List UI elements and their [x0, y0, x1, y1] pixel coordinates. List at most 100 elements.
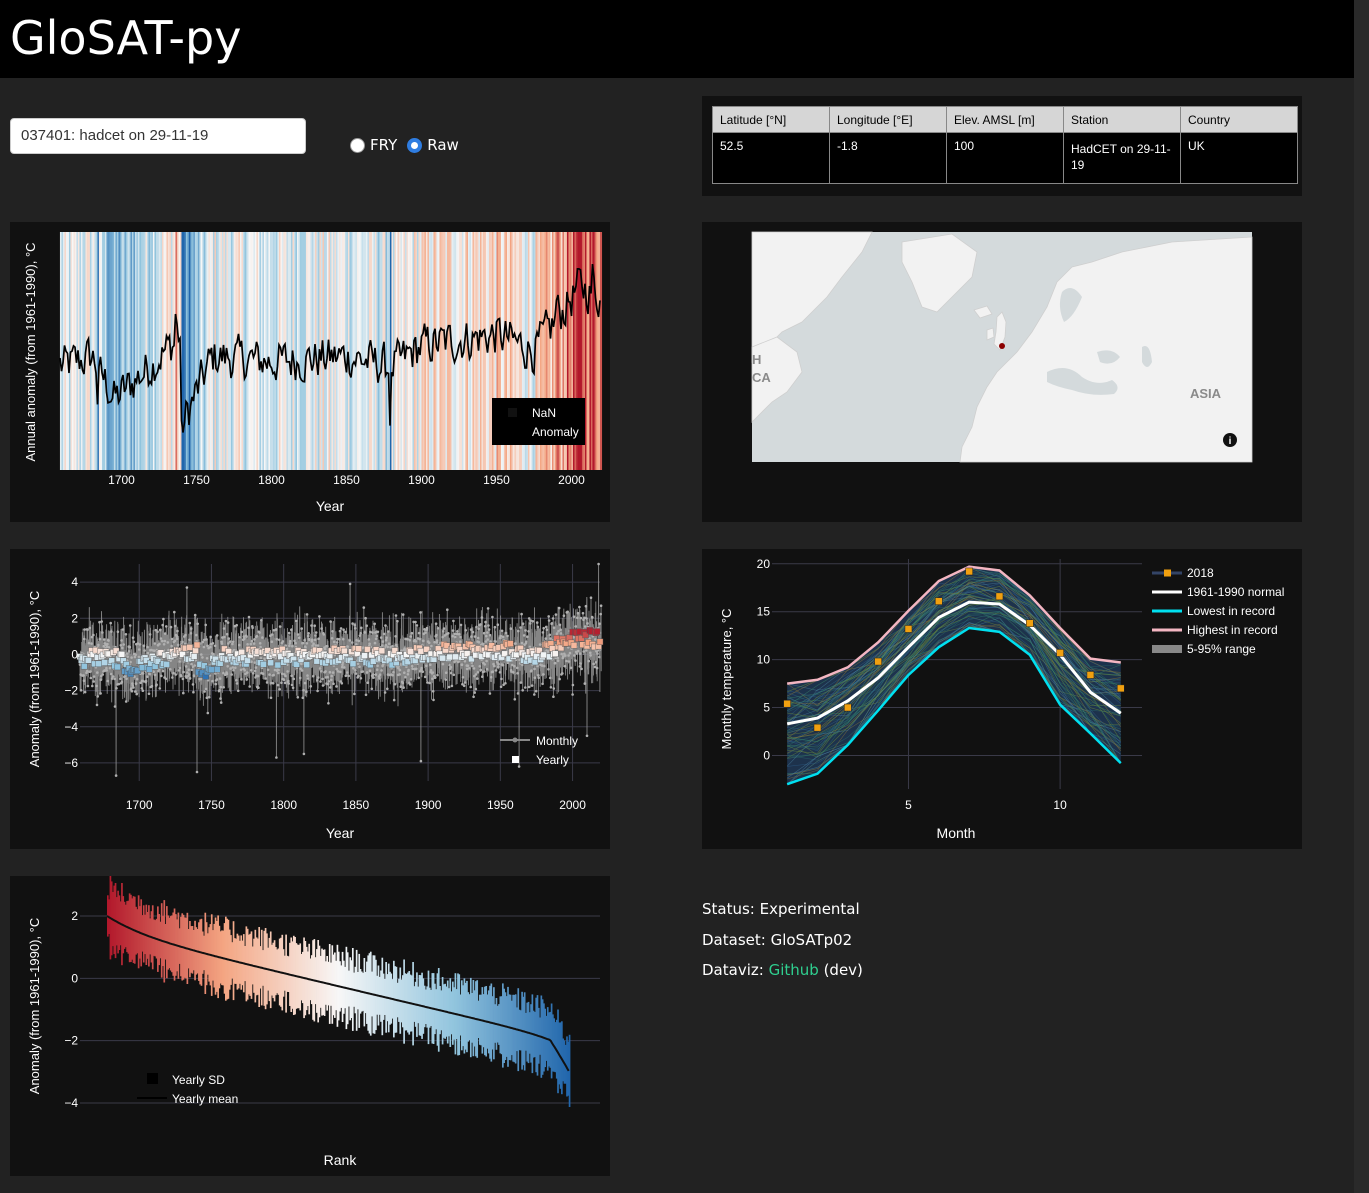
monthly-point	[148, 672, 151, 676]
monthly-point	[338, 629, 342, 633]
monthly-point	[128, 624, 132, 627]
radio-raw[interactable]: Raw	[407, 136, 459, 154]
monthly-point	[83, 637, 86, 641]
monthly-point	[537, 676, 540, 680]
monthly-point	[92, 633, 95, 637]
monthly-point	[215, 678, 219, 681]
monthly-point	[107, 646, 111, 649]
monthly-point	[236, 689, 240, 693]
x-tick-label: 1950	[487, 798, 514, 812]
monthly-point	[291, 686, 295, 690]
radio-fry-circle[interactable]	[350, 137, 365, 153]
monthly-point	[303, 681, 307, 685]
monthly-point	[268, 673, 271, 676]
monthly-point	[434, 622, 438, 625]
monthly-point	[175, 634, 179, 638]
legend-label: Highest in record	[1187, 623, 1278, 637]
legend-label: 5-95% range	[1187, 642, 1256, 656]
monthly-point	[254, 666, 258, 669]
monthly-point	[150, 684, 154, 688]
radio-raw-circle[interactable]	[407, 137, 423, 153]
monthly-point	[374, 673, 378, 676]
monthly-point	[559, 632, 563, 635]
monthly-point	[516, 672, 519, 675]
monthly-point	[549, 686, 553, 689]
monthly-point	[85, 669, 89, 673]
monthly-point	[589, 651, 592, 655]
monthly-point	[163, 639, 167, 643]
dataset-line: Dataset: GloSATp02	[702, 929, 863, 960]
monthly-point	[487, 624, 490, 627]
legend-nan: NaN	[532, 406, 556, 420]
monthly-point	[384, 624, 387, 627]
monthly-point	[517, 629, 520, 633]
monthly-point	[527, 685, 531, 689]
radio-fry[interactable]: FRY	[350, 136, 397, 154]
rank-chart[interactable]: 2 0 −2 −4 Yearly SD Yearly mean Rank Anomal…	[10, 875, 610, 1176]
yearly-point	[260, 661, 267, 668]
y-tick-label: 0	[71, 647, 78, 661]
x-tick-label: 1800	[258, 473, 285, 487]
monthly-point	[471, 630, 475, 634]
monthly-point	[326, 644, 329, 648]
anomaly-scatter-chart[interactable]: 1700 1750 1800 1850 1900 1950 2000 4 2 0 −2 −4 −6 Mo…	[10, 549, 610, 849]
monthly-point	[456, 630, 459, 633]
station-dropdown[interactable]: 037401: hadcet on 29-11-19	[10, 118, 306, 154]
monthly-point	[271, 682, 275, 685]
axis-ticks: 2 0 −2 −4	[64, 909, 78, 1110]
monthly-point	[281, 640, 285, 643]
monthly-point	[340, 682, 344, 685]
monthly-point	[475, 677, 479, 680]
monthly-point	[110, 630, 113, 633]
monthly-point	[228, 640, 232, 643]
station-marker[interactable]	[999, 343, 1005, 349]
monthly-series	[78, 562, 603, 777]
climatology-chart[interactable]: 5 10 20 15 10 5 0 2018 1961-1990 normal Lowest i…	[702, 549, 1302, 849]
monthly-point	[567, 660, 571, 663]
monthly-point	[547, 619, 551, 622]
monthly-point	[569, 666, 573, 670]
monthly-point	[464, 681, 467, 684]
monthly-point	[475, 625, 478, 629]
monthly-point	[582, 650, 586, 653]
monthly-point	[460, 663, 464, 666]
monthly-point	[552, 687, 556, 690]
monthly-point	[549, 637, 552, 640]
monthly-point	[232, 668, 235, 672]
github-link[interactable]: Github	[769, 961, 819, 979]
monthly-point	[506, 634, 509, 638]
monthly-point	[222, 627, 226, 630]
yearly-point	[407, 648, 414, 655]
scrollbar[interactable]	[1354, 0, 1369, 1193]
monthly-point	[415, 624, 419, 627]
monthly-point	[339, 670, 342, 674]
monthly-point	[329, 620, 332, 623]
map-panel: ASIA H CA i	[702, 222, 1302, 522]
monthly-point	[561, 672, 564, 675]
x-tick-label: 1750	[198, 798, 225, 812]
monthly-point	[479, 623, 482, 626]
map-label-asia: ASIA	[1190, 386, 1222, 401]
monthly-point	[319, 670, 323, 673]
monthly-point	[342, 637, 345, 641]
monthly-point	[185, 676, 188, 679]
monthly-point	[200, 653, 203, 656]
monthly-point	[409, 635, 413, 638]
stripes-chart[interactable]: 1700 1750 1800 1850 1900 1950 2000 NaN Anomaly…	[10, 222, 610, 522]
monthly-point	[186, 671, 189, 674]
monthly-point	[196, 622, 199, 626]
monthly-point	[591, 616, 594, 619]
yearly-point	[378, 647, 386, 655]
monthly-point	[98, 637, 102, 641]
monthly-point	[441, 635, 444, 639]
monthly-point	[535, 621, 539, 624]
rank-chart-panel: 2 0 −2 −4 Yearly SD Yearly mean Rank Anomal…	[10, 875, 610, 1176]
monthly-point	[317, 676, 320, 679]
monthly-point	[176, 629, 179, 633]
yearly-point	[531, 658, 539, 666]
monthly-point	[375, 668, 379, 671]
monthly-point	[464, 629, 468, 632]
monthly-point	[335, 667, 339, 671]
monthly-point	[485, 667, 489, 671]
station-map[interactable]: ASIA H CA i	[702, 222, 1302, 522]
